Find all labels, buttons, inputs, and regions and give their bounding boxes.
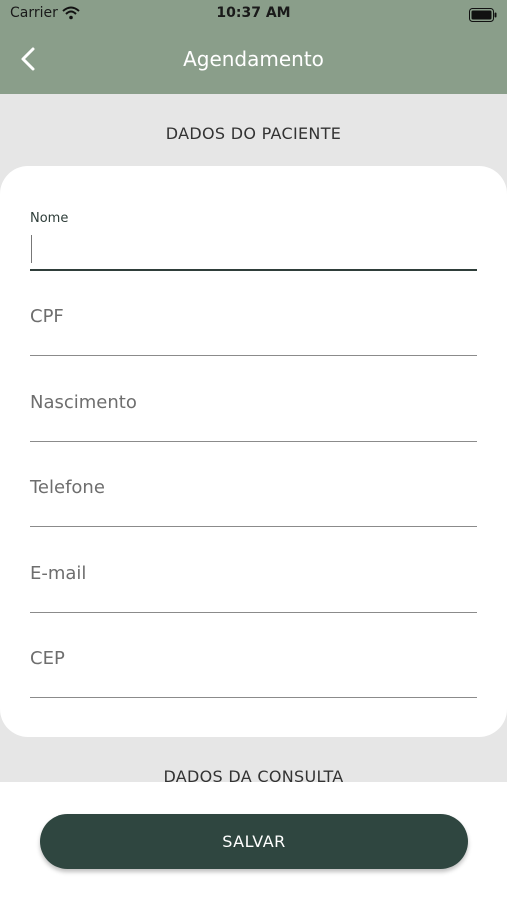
email-field[interactable]: E-mail — [30, 563, 477, 613]
cep-field[interactable]: CEP — [30, 648, 477, 698]
cep-label: CEP — [30, 648, 65, 669]
birthdate-underline — [30, 441, 477, 442]
phone-label: Telefone — [30, 477, 105, 498]
cep-underline — [30, 697, 477, 698]
page-title: Agendamento — [183, 47, 324, 71]
cpf-label: CPF — [30, 306, 64, 327]
patient-form-card: Nome CPF Nascimento Telefone E-mail CEP — [0, 166, 507, 737]
section-title-patient: DADOS DO PACIENTE — [165, 124, 342, 143]
email-underline — [30, 612, 477, 613]
save-button[interactable]: SALVAR — [40, 814, 468, 869]
battery-icon — [469, 7, 497, 26]
phone-field[interactable]: Telefone — [30, 477, 477, 527]
phone-underline — [30, 526, 477, 527]
cpf-underline — [30, 355, 477, 356]
bottom-action-bar: SALVAR — [0, 782, 507, 900]
email-label: E-mail — [30, 563, 87, 584]
name-field-label: Nome — [30, 211, 69, 226]
birthdate-label: Nascimento — [30, 392, 137, 413]
status-bar: Carrier 10:37 AM — [0, 0, 507, 28]
name-underline — [30, 269, 477, 271]
clock: 10:37 AM — [216, 5, 291, 21]
cpf-field[interactable]: CPF — [30, 306, 477, 356]
name-input[interactable] — [30, 235, 477, 265]
nav-bar: Agendamento — [0, 28, 507, 94]
birthdate-field[interactable]: Nascimento — [30, 392, 477, 442]
name-field[interactable]: Nome — [30, 211, 477, 271]
